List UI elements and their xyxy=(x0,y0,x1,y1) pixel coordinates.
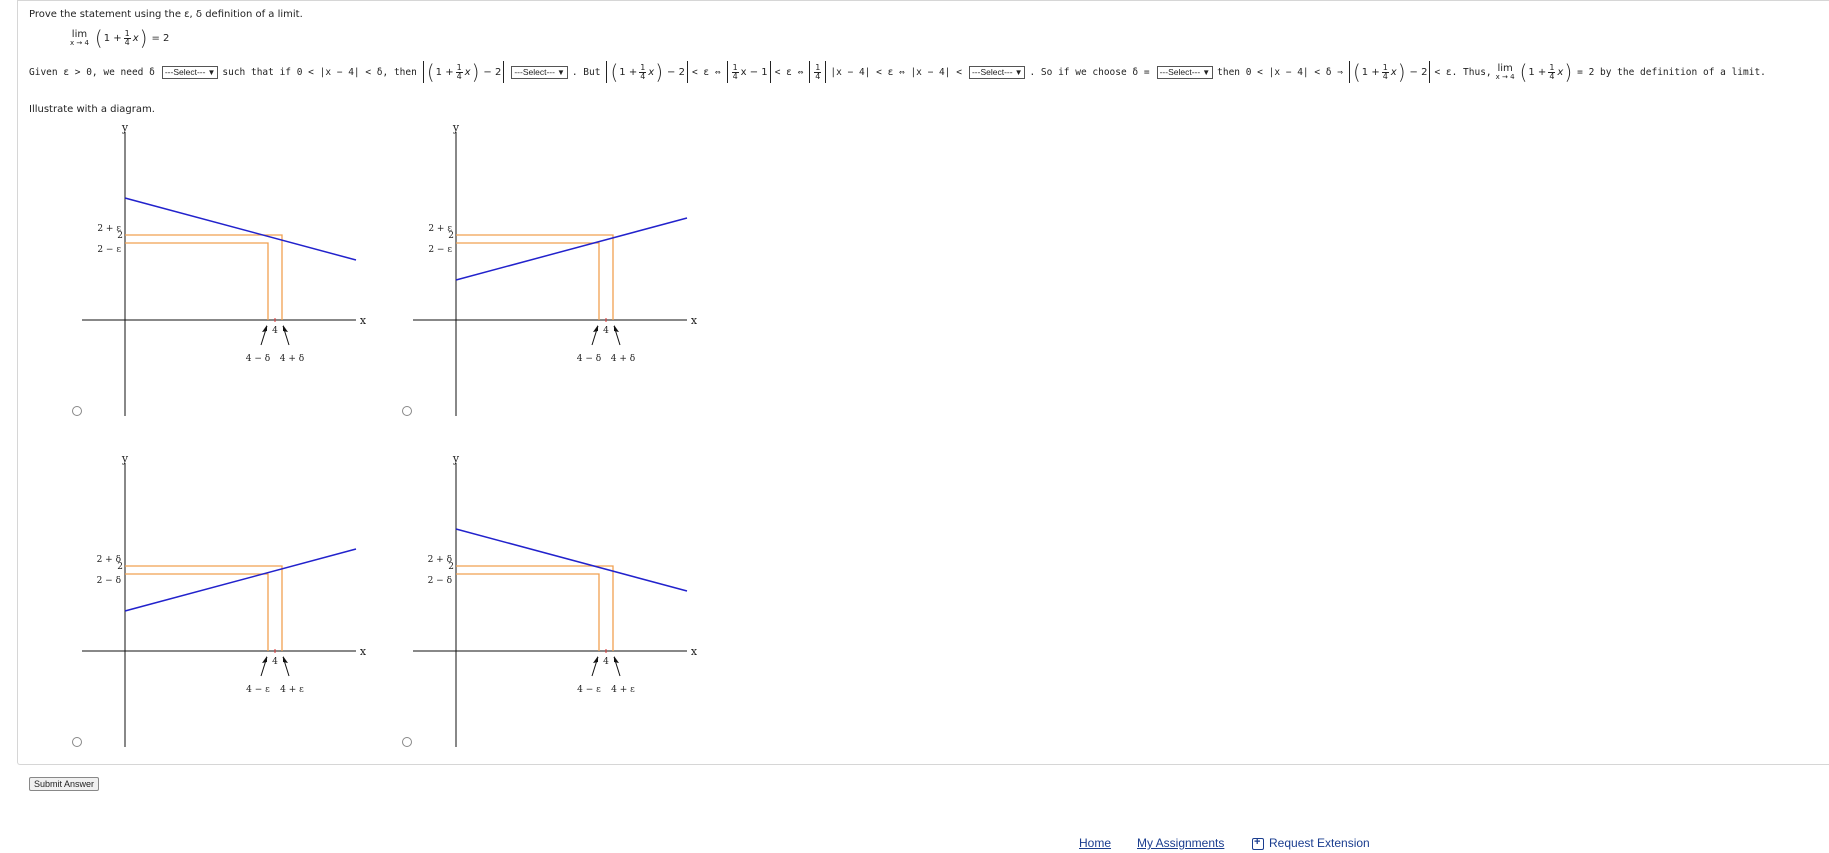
upper-band-line xyxy=(456,565,614,651)
label-right: 4 + δ xyxy=(611,354,635,364)
abs-expression-2: (1 +1 4 x) − 2 xyxy=(606,61,688,83)
footer-home-link[interactable]: Home xyxy=(1079,836,1111,850)
lower-band-line xyxy=(456,242,600,320)
graph-option-c: yx2 + δ22 − δ44 − ε4 + ε xyxy=(82,453,367,747)
label-left: 4 − ε xyxy=(577,685,601,695)
submit-answer-button[interactable]: Submit Answer xyxy=(29,777,100,791)
right-arrow-head xyxy=(614,656,619,663)
label-left: 4 − δ xyxy=(577,354,601,364)
label-left: 4 − δ xyxy=(246,354,270,364)
proof-row: Given ε > 0, we need δ ---Select--- ▼ suc… xyxy=(29,60,1766,84)
upper-band-line xyxy=(125,234,283,320)
upper-band-line xyxy=(125,565,283,651)
chevron-down-icon: ▼ xyxy=(1202,67,1211,77)
x-axis-label: x xyxy=(360,645,367,658)
footer-assignments-link[interactable]: My Assignments xyxy=(1137,836,1224,850)
function-line xyxy=(124,548,357,612)
label-center: 4 xyxy=(272,326,278,336)
graph-option-b: yx2 + ε22 − ε44 − δ4 + δ xyxy=(413,122,698,416)
question-prompt: Prove the statement using the ε, δ defin… xyxy=(29,9,303,20)
left-arrow-head xyxy=(593,325,598,332)
radio-option-c[interactable] xyxy=(72,737,82,747)
left-paren: ( xyxy=(94,26,103,50)
right-arrow-head xyxy=(283,656,288,663)
x-axis-label: x xyxy=(360,314,367,327)
label-center: 4 xyxy=(272,657,278,667)
y-axis-label: y xyxy=(121,453,129,465)
label-bot: 2 − ε xyxy=(97,245,121,255)
radio-option-d[interactable] xyxy=(402,737,412,747)
label-right: 4 + ε xyxy=(280,685,304,695)
function-line xyxy=(455,528,688,592)
label-bot: 2 − δ xyxy=(428,576,452,586)
function-line xyxy=(455,217,688,281)
select-delta-relation[interactable]: ---Select--- ▼ xyxy=(161,65,219,79)
lower-band-line xyxy=(456,573,600,651)
limit-symbol: lim x → 4 xyxy=(70,28,89,47)
label-left: 4 − ε xyxy=(246,685,270,695)
fraction-quarter: 14 xyxy=(123,28,131,47)
radio-option-b[interactable] xyxy=(402,406,412,416)
limit-symbol-2: lim x → 4 xyxy=(1495,62,1515,81)
label-bot: 2 − ε xyxy=(428,245,452,255)
limit-statement: lim x → 4 ( 1 + 14 x ) = 2 xyxy=(70,26,170,50)
label-mid: 2 xyxy=(117,231,123,241)
lower-band-line xyxy=(125,573,269,651)
illustrate-label: Illustrate with a diagram. xyxy=(29,104,155,115)
label-mid: 2 xyxy=(117,562,123,572)
left-arrow-head xyxy=(593,656,598,663)
limit-expression-2: (1 +1 4 x) xyxy=(1519,60,1573,84)
x-axis-label: x xyxy=(691,645,698,658)
left-arrow-head xyxy=(262,656,267,663)
select-bound[interactable]: ---Select--- ▼ xyxy=(968,65,1026,79)
label-mid: 2 xyxy=(448,231,454,241)
upper-band-line xyxy=(456,234,614,320)
label-right: 4 + ε xyxy=(611,685,635,695)
label-center: 4 xyxy=(603,657,609,667)
abs-expression-3: 14x − 1 xyxy=(726,61,771,83)
lower-band-line xyxy=(125,242,269,320)
select-delta-choice[interactable]: ---Select--- ▼ xyxy=(1156,65,1214,79)
chevron-down-icon: ▼ xyxy=(1014,67,1023,77)
abs-expression-4: 14 xyxy=(809,61,827,83)
x-axis-label: x xyxy=(691,314,698,327)
right-paren: ) xyxy=(139,26,148,50)
chevron-down-icon: ▼ xyxy=(207,67,216,77)
left-arrow-head xyxy=(262,325,267,332)
chevron-down-icon: ▼ xyxy=(556,67,565,77)
graph-option-d: yx2 + δ22 − δ44 − ε4 + ε xyxy=(413,453,698,747)
select-epsilon-relation[interactable]: ---Select--- ▼ xyxy=(511,65,568,79)
label-right: 4 + δ xyxy=(280,354,304,364)
footer-extension-link[interactable]: Request Extension xyxy=(1252,836,1370,850)
abs-expression-1: (1 +1 4 x) − 2 xyxy=(422,61,505,83)
right-arrow-head xyxy=(614,325,619,332)
abs-expression-5: (1 +1 4 x) − 2 xyxy=(1348,61,1431,83)
radio-option-a[interactable] xyxy=(72,406,82,416)
y-axis-label: y xyxy=(452,122,460,134)
label-bot: 2 − δ xyxy=(97,576,121,586)
calendar-plus-icon xyxy=(1252,836,1264,850)
y-axis-label: y xyxy=(452,453,460,465)
y-axis-label: y xyxy=(121,122,129,134)
label-center: 4 xyxy=(603,326,609,336)
graph-option-a: yx2 + ε22 − ε44 − δ4 + δ xyxy=(82,122,367,416)
label-mid: 2 xyxy=(448,562,454,572)
function-line xyxy=(124,197,357,261)
right-arrow-head xyxy=(283,325,288,332)
